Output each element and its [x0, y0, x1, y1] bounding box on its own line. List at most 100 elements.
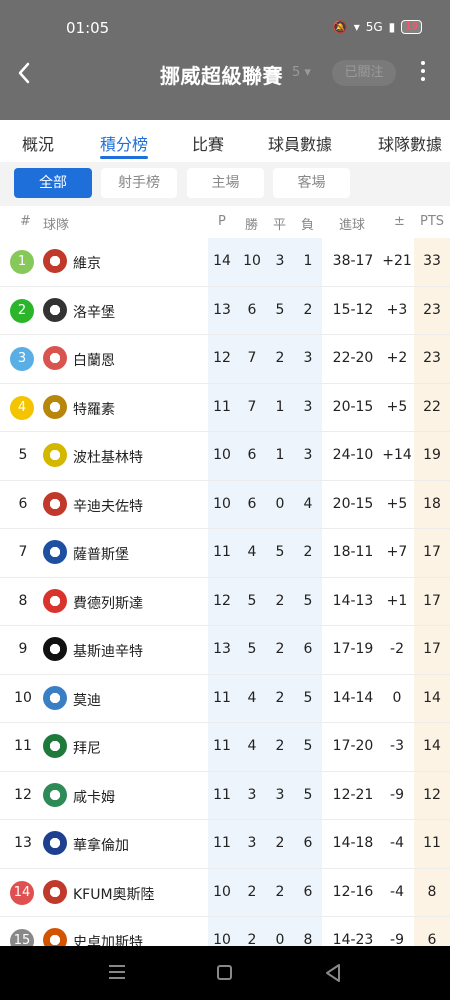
wins-cell: 4: [247, 689, 257, 706]
tab-standings[interactable]: 積分榜: [100, 131, 148, 155]
team-name[interactable]: 特羅素: [73, 399, 115, 419]
tab-team-stats[interactable]: 球隊數據: [378, 131, 442, 155]
draws-cell: 5: [275, 544, 285, 560]
table-row[interactable]: 5 波杜基林特 10 6 1 3 24-10 +14 19: [0, 432, 450, 481]
team-logo-icon: [43, 685, 67, 710]
wins-cell: 5: [247, 641, 257, 657]
filter-home[interactable]: 主場: [187, 168, 264, 198]
rank-cell: 14: [10, 880, 34, 905]
team-logo-icon: [43, 831, 67, 855]
team-name[interactable]: 費德列斯達: [73, 593, 143, 613]
losses-cell: 3: [303, 350, 313, 366]
filter-top-scorers[interactable]: 射手榜: [101, 168, 177, 198]
losses-cell: 6: [303, 835, 313, 851]
table-row[interactable]: 10 莫迪 11 4 2 5 14-14 0 14: [0, 675, 450, 723]
rank-cell: 6: [18, 495, 28, 512]
goal-diff-cell: +21: [382, 253, 412, 269]
draws-cell: 5: [275, 301, 285, 318]
nav-back-button[interactable]: [325, 963, 341, 983]
header-team: 球隊: [43, 218, 70, 233]
played-cell: 10: [213, 447, 231, 463]
team-name[interactable]: 洛辛堡: [73, 302, 115, 322]
follow-button[interactable]: 已關注: [332, 60, 396, 86]
team-logo-icon: [43, 782, 67, 807]
table-row[interactable]: 9 基斯迪辛特 13 5 2 6 17-19 -2 17: [0, 626, 450, 675]
goal-diff-cell: +14: [382, 447, 412, 463]
losses-cell: 5: [303, 738, 313, 754]
header-rank: #: [20, 214, 31, 229]
table-row[interactable]: 7 薩普斯堡 11 4 5 2 18-11 +7 17: [0, 529, 450, 578]
goals-cell: 12-16: [332, 883, 374, 900]
team-name[interactable]: 波杜基林特: [73, 447, 143, 467]
goal-diff-cell: +3: [386, 301, 408, 318]
filter-away[interactable]: 客場: [273, 168, 350, 198]
points-cell: 33: [423, 253, 441, 269]
played-cell: 11: [213, 689, 231, 706]
team-name[interactable]: 拜尼: [73, 738, 101, 758]
goals-cell: 12-21: [332, 786, 374, 803]
points-cell: 18: [423, 495, 441, 512]
table-row[interactable]: 13 華拿倫加 11 3 2 6 14-18 -4 11: [0, 820, 450, 869]
team-name[interactable]: 辛迪夫佐特: [73, 496, 143, 516]
draws-cell: 2: [275, 592, 285, 609]
table-row[interactable]: 3 白蘭恩 12 7 2 3 22-20 +2 23: [0, 335, 450, 384]
table-row[interactable]: 14 KFUM奧斯陸 10 2 2 6 12-16 -4 8: [0, 869, 450, 917]
main-tabs: 概況 積分榜 比賽 球員數據 球隊數據: [0, 120, 450, 162]
played-cell: 14: [213, 253, 231, 269]
tab-overview[interactable]: 概況: [22, 131, 54, 155]
tab-player-stats[interactable]: 球員數據: [268, 131, 332, 155]
team-name[interactable]: KFUM奧斯陸: [73, 884, 155, 904]
recent-apps-button[interactable]: [109, 965, 125, 983]
more-options-button[interactable]: [415, 58, 431, 88]
team-logo-icon: [43, 297, 67, 322]
played-cell: 11: [213, 544, 231, 560]
team-name[interactable]: 莫迪: [73, 690, 101, 710]
table-row[interactable]: 12 咸卡姆 11 3 3 5 12-21 -9 12: [0, 772, 450, 820]
points-cell: 23: [423, 301, 441, 318]
draws-cell: 2: [275, 350, 285, 366]
network-label: 5G: [365, 20, 383, 34]
filter-all[interactable]: 全部: [14, 168, 92, 198]
wins-cell: 4: [247, 738, 257, 754]
rank-cell: 8: [18, 592, 28, 609]
losses-cell: 5: [303, 592, 313, 609]
table-row[interactable]: 1 維京 14 10 3 1 38-17 +21 33: [0, 238, 450, 287]
played-cell: 11: [213, 786, 231, 803]
points-cell: 8: [427, 883, 437, 900]
table-row[interactable]: 11 拜尼 11 4 2 5 17-20 -3 14: [0, 723, 450, 772]
season-selector[interactable]: 5 ▾: [292, 65, 311, 80]
table-row[interactable]: 8 費德列斯達 12 5 2 5 14-13 +1 17: [0, 578, 450, 626]
losses-cell: 6: [303, 883, 313, 900]
team-logo-icon: [43, 734, 67, 758]
team-name[interactable]: 薩普斯堡: [73, 544, 129, 564]
team-name[interactable]: 基斯迪辛特: [73, 641, 143, 661]
losses-cell: 5: [303, 689, 313, 706]
home-button[interactable]: [217, 965, 232, 980]
table-row[interactable]: 6 辛迪夫佐特 10 6 0 4 20-15 +5 18: [0, 481, 450, 529]
goal-diff-cell: +5: [386, 495, 408, 512]
team-logo-icon: [43, 879, 67, 904]
header-points: PTS: [420, 214, 445, 229]
team-name[interactable]: 咸卡姆: [73, 787, 115, 807]
points-cell: 17: [423, 544, 441, 560]
dot-icon: [421, 61, 425, 65]
draws-cell: 3: [275, 253, 285, 269]
played-cell: 11: [213, 738, 231, 754]
wifi-icon: ▾: [353, 20, 360, 34]
goal-diff-cell: -4: [390, 883, 404, 900]
table-header: # 球隊 P 勝 平 負 進球 ± PTS: [0, 206, 450, 238]
back-button[interactable]: [14, 58, 36, 88]
losses-cell: 4: [303, 495, 313, 512]
team-name[interactable]: 維京: [73, 253, 101, 273]
table-row[interactable]: 4 特羅素 11 7 1 3 20-15 +5 22: [0, 384, 450, 432]
team-name[interactable]: 華拿倫加: [73, 835, 129, 855]
goal-diff-cell: -3: [390, 738, 404, 754]
team-name[interactable]: 白蘭恩: [73, 350, 115, 370]
table-row[interactable]: 2 洛辛堡 13 6 5 2 15-12 +3 23: [0, 287, 450, 335]
losses-cell: 3: [303, 398, 313, 415]
wins-cell: 7: [247, 398, 257, 415]
draws-cell: 2: [275, 835, 285, 851]
tab-matches[interactable]: 比賽: [192, 131, 224, 155]
wins-cell: 6: [247, 495, 257, 512]
menu-line-icon: [109, 971, 125, 973]
